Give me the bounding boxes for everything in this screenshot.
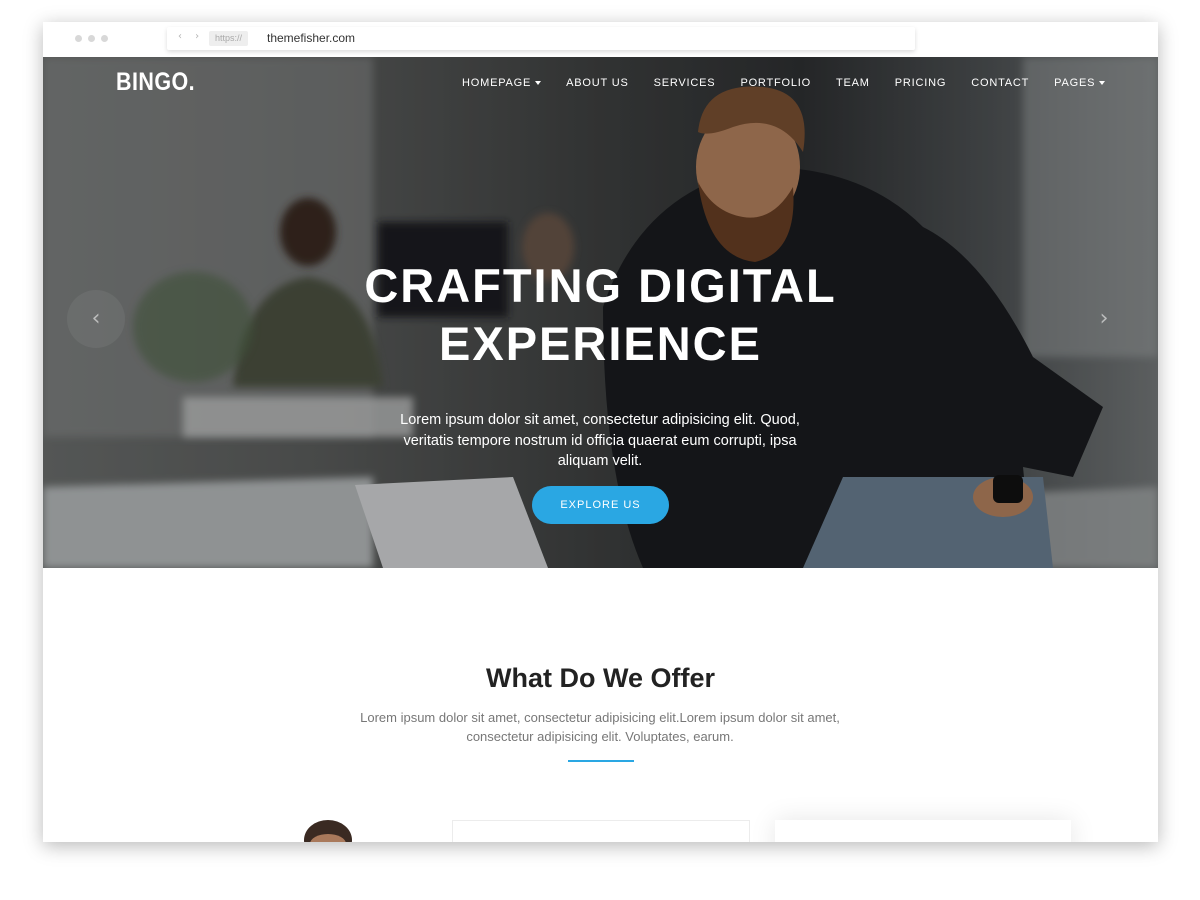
- nav-item-label: HOMEPAGE: [462, 77, 532, 89]
- nav-item-pages[interactable]: PAGES: [1054, 77, 1106, 89]
- nav-item-label: SERVICES: [653, 77, 716, 89]
- nav-item-label: ABOUT US: [566, 77, 629, 89]
- address-bar[interactable]: ‹ › https:// themefisher.com: [167, 27, 915, 50]
- section-divider: [568, 760, 634, 762]
- nav-item-about-us[interactable]: ABOUT US: [566, 77, 628, 89]
- brand-logo[interactable]: BINGO.: [116, 68, 195, 97]
- nav-item-pricing[interactable]: PRICING: [895, 77, 946, 89]
- back-forward-icon[interactable]: ‹ ›: [178, 31, 204, 42]
- caret-down-icon: [535, 81, 542, 86]
- hero-title-line-2: EXPERIENCE: [439, 317, 762, 370]
- nav-item-label: PRICING: [894, 77, 947, 89]
- service-card: [775, 820, 1071, 842]
- protocol-label: https://: [209, 31, 249, 46]
- nav-item-label: CONTACT: [971, 77, 1030, 89]
- nav-item-contact[interactable]: CONTACT: [971, 77, 1029, 89]
- nav-item-label: TEAM: [836, 77, 870, 89]
- service-card: [452, 820, 750, 842]
- browser-window: ‹ › https:// themefisher.com BINGO. HOME…: [43, 22, 1158, 842]
- nav-item-label: PAGES: [1054, 77, 1096, 89]
- main-nav: HOMEPAGE ABOUT US SERVICES PORTFOLIO TEA…: [462, 77, 1130, 89]
- team-member-photo: [304, 820, 352, 842]
- nav-item-homepage[interactable]: HOMEPAGE: [462, 77, 542, 89]
- hero-title-line-1: CRAFTING DIGITAL: [364, 259, 837, 312]
- caret-down-icon: [1099, 81, 1106, 86]
- nav-item-portfolio[interactable]: PORTFOLIO: [740, 77, 811, 89]
- nav-item-services[interactable]: SERVICES: [654, 77, 716, 89]
- hero-description: Lorem ipsum dolor sit amet, consectetur …: [400, 412, 800, 469]
- url-text[interactable]: themefisher.com: [267, 31, 355, 45]
- browser-chrome: ‹ › https:// themefisher.com: [43, 22, 1158, 57]
- window-dot[interactable]: [101, 35, 108, 42]
- section-title: What Do We Offer: [486, 663, 715, 693]
- explore-us-button[interactable]: EXPLORE US: [532, 486, 669, 524]
- window-dot[interactable]: [75, 35, 82, 42]
- window-controls: [75, 35, 108, 42]
- nav-item-label: PORTFOLIO: [740, 77, 812, 89]
- hero-title: CRAFTING DIGITAL EXPERIENCE: [43, 257, 1158, 373]
- window-dot[interactable]: [88, 35, 95, 42]
- hero-slider: BINGO. HOMEPAGE ABOUT US SERVICES PORTFO…: [43, 57, 1158, 568]
- nav-item-team[interactable]: TEAM: [836, 77, 870, 89]
- section-description: Lorem ipsum dolor sit amet, consectetur …: [360, 710, 840, 744]
